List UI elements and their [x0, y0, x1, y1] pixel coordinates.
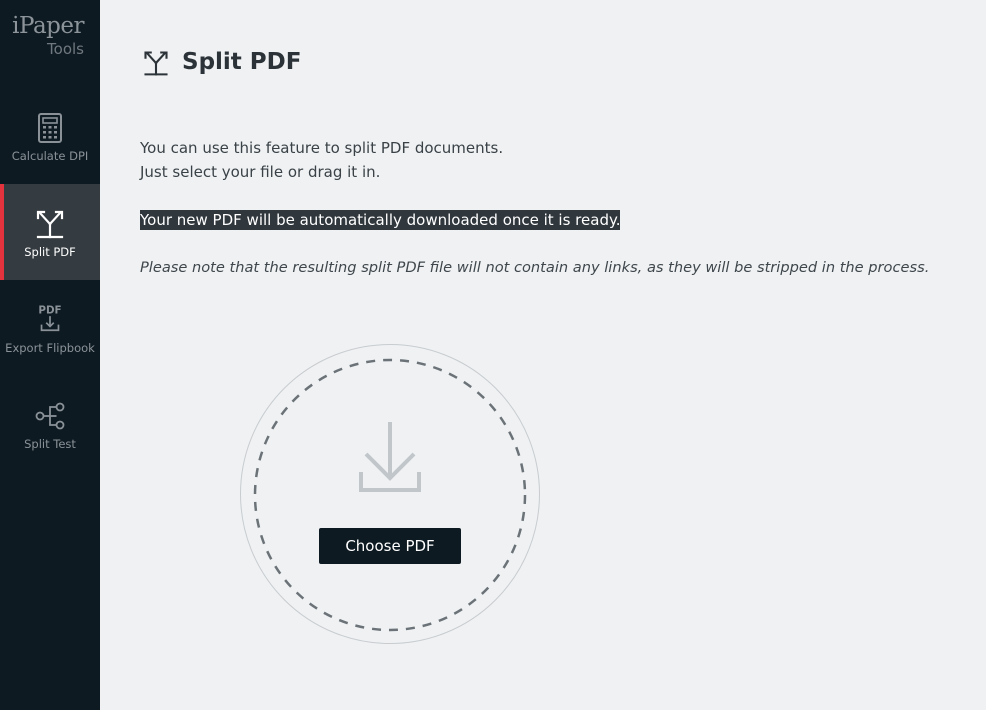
- sidebar-item-calculate-dpi[interactable]: Calculate DPI: [0, 88, 100, 184]
- main-content: Split PDF You can use this feature to sp…: [100, 0, 986, 710]
- pdf-tag-text: PDF: [38, 304, 61, 316]
- brand-logo[interactable]: iPaper Tools: [0, 12, 84, 58]
- sidebar-item-label: Split PDF: [24, 245, 76, 259]
- links-note: Please note that the resulting split PDF…: [140, 259, 930, 276]
- brand-subtitle: Tools: [47, 40, 84, 58]
- split-icon: [144, 51, 168, 76]
- dropzone-dashed-ring: [253, 358, 527, 632]
- pdf-export-icon: PDF: [38, 304, 62, 332]
- intro-text-line1: You can use this feature to split PDF do…: [140, 139, 504, 157]
- choose-pdf-button[interactable]: Choose PDF: [319, 528, 461, 564]
- calculator-icon: [38, 113, 62, 143]
- highlighted-text: Your new PDF will be automatically downl…: [140, 210, 621, 230]
- dropzone-graphics: [253, 358, 527, 632]
- page-title: Split PDF: [182, 49, 302, 75]
- download-icon: [359, 422, 421, 492]
- sidebar: iPaper Tools Calculate DPI Split PDF PDF…: [0, 0, 100, 710]
- split-test-icon: [35, 402, 65, 430]
- sidebar-item-split-test[interactable]: Split Test: [0, 376, 100, 472]
- intro-text-line2: Just select your file or drag it in.: [140, 163, 381, 181]
- sidebar-item-split-pdf[interactable]: Split PDF: [0, 184, 100, 280]
- sidebar-item-label: Calculate DPI: [11, 149, 89, 163]
- sidebar-item-label: Split Test: [24, 437, 76, 451]
- download-notice: Your new PDF will be automatically downl…: [140, 208, 621, 232]
- brand-name: iPaper: [12, 13, 84, 39]
- split-icon: [36, 210, 64, 239]
- sidebar-item-export-flipbook[interactable]: PDF Export Flipbook: [0, 280, 100, 376]
- sidebar-item-label: Export Flipbook: [5, 341, 95, 355]
